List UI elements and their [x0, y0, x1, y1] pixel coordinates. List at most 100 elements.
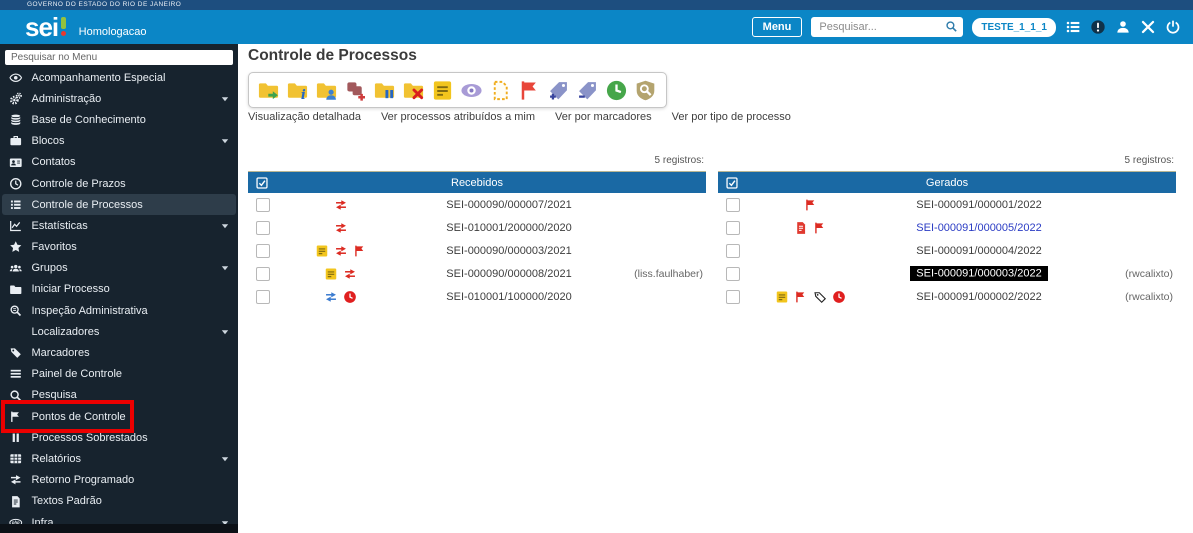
- ponto-de-controle-icon[interactable]: [804, 198, 818, 212]
- sidebar-item-blocos[interactable]: Blocos: [0, 131, 238, 152]
- ponto-de-controle-icon[interactable]: [794, 290, 808, 304]
- sidebar-item-marcadores[interactable]: Marcadores: [0, 342, 238, 363]
- sidebar-item-localizadores[interactable]: Localizadores: [0, 321, 238, 342]
- alert-icon[interactable]: [1090, 19, 1106, 35]
- marcador-icon[interactable]: [813, 290, 827, 304]
- annotation-button[interactable]: [431, 78, 455, 102]
- search-icon[interactable]: [945, 20, 958, 33]
- sidebar-item-controle-de-prazos[interactable]: Controle de Prazos: [0, 173, 238, 194]
- inspection-button[interactable]: [634, 78, 658, 102]
- process-number-link[interactable]: SEI-000091/000001/2022: [916, 199, 1041, 211]
- link-ver-por-tipo[interactable]: Ver por tipo de processo: [672, 111, 791, 123]
- retorno-programado-icon[interactable]: [334, 244, 348, 258]
- conclude-process-button[interactable]: [402, 78, 426, 102]
- retorno-programado-icon[interactable]: [334, 221, 348, 235]
- link-ver-por-marcadores[interactable]: Ver por marcadores: [555, 111, 652, 123]
- documento-icon[interactable]: [794, 221, 808, 235]
- sidebar-item-base-de-conhecimento[interactable]: Base de Conhecimento: [0, 109, 238, 130]
- tools-icon[interactable]: [1140, 19, 1156, 35]
- process-number-link[interactable]: SEI-000091/000004/2022: [916, 245, 1041, 257]
- eye-icon: [9, 71, 23, 85]
- sidebar-item-textos-padrao[interactable]: Textos Padrão: [0, 491, 238, 512]
- sidebar-search-input[interactable]: [5, 50, 233, 65]
- include-in-block-button[interactable]: [344, 78, 368, 102]
- process-number-link[interactable]: SEI-000090/000003/2021: [446, 245, 571, 257]
- sidebar-item-acompanhamento-especial[interactable]: Acompanhamento Especial: [0, 67, 238, 88]
- anotacao-icon[interactable]: [315, 244, 329, 258]
- process-info-button[interactable]: [286, 78, 310, 102]
- select-all-checkbox[interactable]: [725, 176, 739, 190]
- control-point-button[interactable]: [518, 78, 542, 102]
- row-checkbox[interactable]: [726, 243, 740, 258]
- process-number-link[interactable]: SEI-000090/000008/2021: [446, 268, 571, 280]
- sidebar-item-inspecao-administrativa[interactable]: Inspeção Administrativa: [0, 300, 238, 321]
- folder-info-icon: [286, 79, 309, 102]
- sidebar-item-contatos[interactable]: Contatos: [0, 152, 238, 173]
- select-all-checkbox[interactable]: [255, 176, 269, 190]
- sidebar-item-pontos-de-controle[interactable]: Pontos de Controle: [0, 400, 238, 433]
- row-checkbox[interactable]: [726, 266, 740, 281]
- retorno-programado-icon[interactable]: [343, 267, 357, 281]
- row-checkbox[interactable]: [256, 266, 270, 281]
- row-checkbox[interactable]: [726, 197, 740, 212]
- sidebar-item-retorno-programado[interactable]: Retorno Programado: [0, 470, 238, 491]
- remove-marker-button[interactable]: [576, 78, 600, 102]
- prazo-icon[interactable]: [832, 290, 846, 304]
- table-title: Recebidos: [451, 176, 503, 189]
- star-icon: [9, 240, 23, 254]
- retorno-programado-icon[interactable]: [324, 290, 338, 304]
- menu-button[interactable]: Menu: [751, 17, 803, 37]
- sei-logo[interactable]: sei: [25, 14, 66, 40]
- table-row: SEI-000090/000007/2021: [248, 193, 706, 216]
- pause-icon: [9, 431, 23, 445]
- row-checkbox[interactable]: [256, 289, 270, 304]
- special-follow-up-button[interactable]: [460, 78, 484, 102]
- row-checkbox[interactable]: [726, 289, 740, 304]
- header-search-input[interactable]: [811, 17, 964, 37]
- link-visualizacao-detalhada[interactable]: Visualização detalhada: [248, 111, 361, 123]
- user-icon[interactable]: [1115, 19, 1131, 35]
- table-row: SEI-010001/100000/2020: [248, 285, 706, 308]
- retorno-programado-icon[interactable]: [334, 198, 348, 212]
- process-number-link[interactable]: SEI-000091/000002/2022: [916, 291, 1041, 303]
- deadline-control-button[interactable]: [605, 78, 629, 102]
- sidebar-item-controle-de-processos[interactable]: Controle de Processos: [2, 194, 236, 216]
- document-icon: [9, 495, 23, 509]
- sidebar-item-processos-sobrestados[interactable]: Processos Sobrestados: [0, 427, 238, 448]
- sidebar-item-relatorios[interactable]: Relatórios: [0, 448, 238, 469]
- assign-process-button[interactable]: [315, 78, 339, 102]
- link-processos-atribuidos[interactable]: Ver processos atribuídos a mim: [381, 111, 535, 123]
- process-list-icon[interactable]: [1065, 19, 1081, 35]
- ponto-de-controle-icon[interactable]: [813, 221, 827, 235]
- power-icon[interactable]: [1165, 19, 1181, 35]
- include-document-button[interactable]: [489, 78, 513, 102]
- row-checkbox[interactable]: [256, 197, 270, 212]
- process-number-link[interactable]: SEI-010001/100000/2020: [446, 291, 571, 303]
- process-number-link[interactable]: SEI-000090/000007/2021: [446, 199, 571, 211]
- anotacao-icon[interactable]: [324, 267, 338, 281]
- sidebar-item-grupos[interactable]: Grupos: [0, 258, 238, 279]
- send-process-button[interactable]: [257, 78, 281, 102]
- suspend-process-button[interactable]: [373, 78, 397, 102]
- ponto-de-controle-icon[interactable]: [353, 244, 367, 258]
- row-checkbox[interactable]: [256, 243, 270, 258]
- add-marker-button[interactable]: [547, 78, 571, 102]
- sidebar-item-iniciar-processo[interactable]: Iniciar Processo: [0, 279, 238, 300]
- row-checkbox[interactable]: [726, 220, 740, 235]
- sidebar-item-pesquisa[interactable]: Pesquisa: [0, 385, 238, 406]
- tag-icon: [9, 346, 23, 360]
- row-icons: [748, 290, 873, 304]
- chevron-down-icon: [221, 328, 229, 336]
- user-unit-button[interactable]: TESTE_1_1_1: [972, 17, 1056, 37]
- row-checkbox[interactable]: [256, 220, 270, 235]
- sidebar-item-estatisticas[interactable]: Estatísticas: [0, 215, 238, 236]
- sidebar-item-administracao[interactable]: Administração: [0, 88, 238, 109]
- sidebar-item-favoritos[interactable]: Favoritos: [0, 237, 238, 258]
- process-number-link[interactable]: SEI-010001/200000/2020: [446, 222, 571, 234]
- anotacao-icon[interactable]: [775, 290, 789, 304]
- process-number-link[interactable]: SEI-000091/000005/2022: [916, 222, 1041, 234]
- prazo-icon[interactable]: [343, 290, 357, 304]
- sidebar-item-painel-de-controle[interactable]: Painel de Controle: [0, 364, 238, 385]
- process-list-icon: [9, 198, 23, 212]
- process-number-link-selected[interactable]: SEI-000091/000003/2022: [910, 266, 1048, 281]
